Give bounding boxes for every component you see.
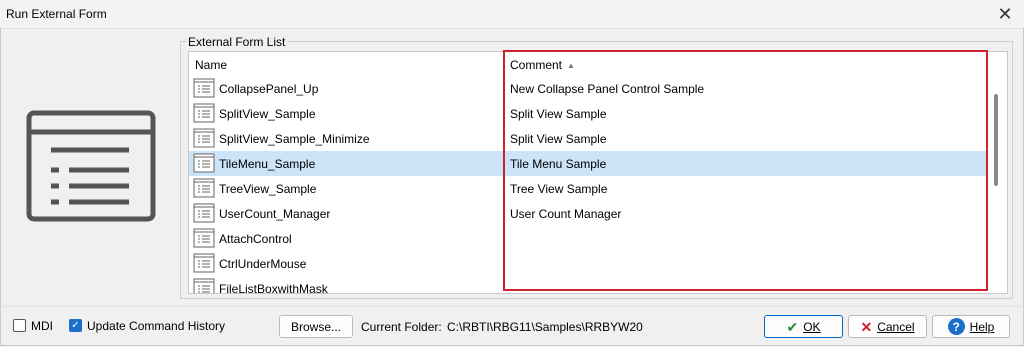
current-folder-path: C:\RBTI\RBG11\Samples\RRBYW20	[447, 320, 643, 334]
form-name: CtrlUnderMouse	[219, 257, 307, 271]
ok-button-label: OK	[803, 319, 821, 334]
close-button[interactable]: ✕	[994, 4, 1016, 24]
form-icon	[193, 253, 215, 273]
form-name: FileListBoxwithMask	[219, 282, 328, 294]
form-icon	[193, 203, 215, 223]
bottom-separator	[0, 306, 1024, 307]
form-icon	[193, 128, 215, 148]
form-name: AttachControl	[219, 232, 292, 246]
update-history-checkbox[interactable]: ✓	[69, 319, 82, 332]
mdi-label: MDI	[31, 319, 53, 333]
form-icon	[193, 153, 215, 173]
column-header-name[interactable]: Name	[195, 58, 227, 72]
form-list-icon	[26, 110, 156, 225]
help-button[interactable]: ? Help	[932, 315, 1010, 338]
help-button-label: Help	[969, 319, 995, 334]
scrollbar-thumb[interactable]	[994, 94, 998, 186]
form-icon	[193, 178, 215, 198]
browse-button-label: Browse...	[290, 319, 341, 334]
form-name: SplitView_Sample	[219, 107, 316, 121]
form-name: UserCount_Manager	[219, 207, 331, 221]
form-icon	[193, 278, 215, 293]
cancel-button[interactable]: ✕ Cancel	[848, 315, 927, 338]
checkmark-icon: ✔	[786, 318, 799, 335]
form-name: TreeView_Sample	[219, 182, 317, 196]
form-icon	[193, 228, 215, 248]
form-icon	[193, 78, 215, 98]
checkmark-icon: ✓	[71, 320, 80, 331]
comment-column-highlight	[503, 50, 988, 291]
window-title: Run External Form	[6, 7, 107, 21]
form-name: SplitView_Sample_Minimize	[219, 132, 370, 146]
cancel-x-icon: ✕	[860, 318, 873, 335]
title-bar: Run External Form ✕	[0, 0, 1024, 29]
group-label: External Form List	[186, 35, 288, 49]
current-folder-label: Current Folder:	[361, 320, 442, 334]
close-icon: ✕	[997, 3, 1013, 24]
update-history-label: Update Command History	[87, 319, 226, 333]
mdi-checkbox[interactable]	[13, 319, 26, 332]
browse-button[interactable]: Browse...	[279, 315, 353, 338]
ok-button[interactable]: ✔ OK	[764, 315, 843, 338]
cancel-button-label: Cancel	[877, 319, 915, 334]
help-icon: ?	[947, 318, 965, 335]
form-icon	[193, 103, 215, 123]
form-name: TileMenu_Sample	[219, 157, 316, 171]
form-name: CollapsePanel_Up	[219, 82, 319, 96]
